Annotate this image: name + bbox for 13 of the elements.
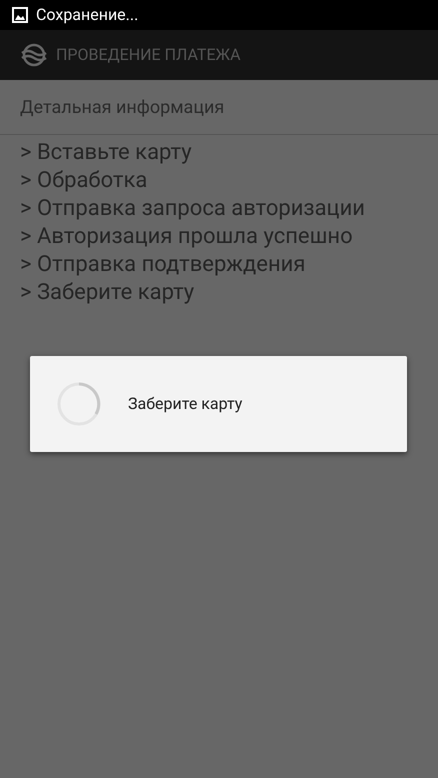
log-line: > Вставьте карту: [20, 139, 193, 167]
log-line: > Отправка запроса авторизации: [20, 195, 366, 223]
spinner-icon: [56, 381, 102, 427]
logo-icon: [20, 43, 48, 67]
log-line: > Отправка подтверждения: [20, 251, 306, 279]
log-line: > Авторизация прошла успешно: [20, 223, 354, 251]
dialog-message: Заберите карту: [128, 393, 242, 415]
screen-title: ПРОВЕДЕНИЕ ПЛАТЕЖА: [56, 44, 241, 66]
log-line: > Заберите карту: [20, 279, 196, 307]
image-icon: [12, 7, 28, 23]
section-title: Детальная информация: [20, 96, 224, 120]
log-line: > Обработка: [20, 167, 148, 195]
notification-text: Сохранение...: [36, 4, 138, 26]
